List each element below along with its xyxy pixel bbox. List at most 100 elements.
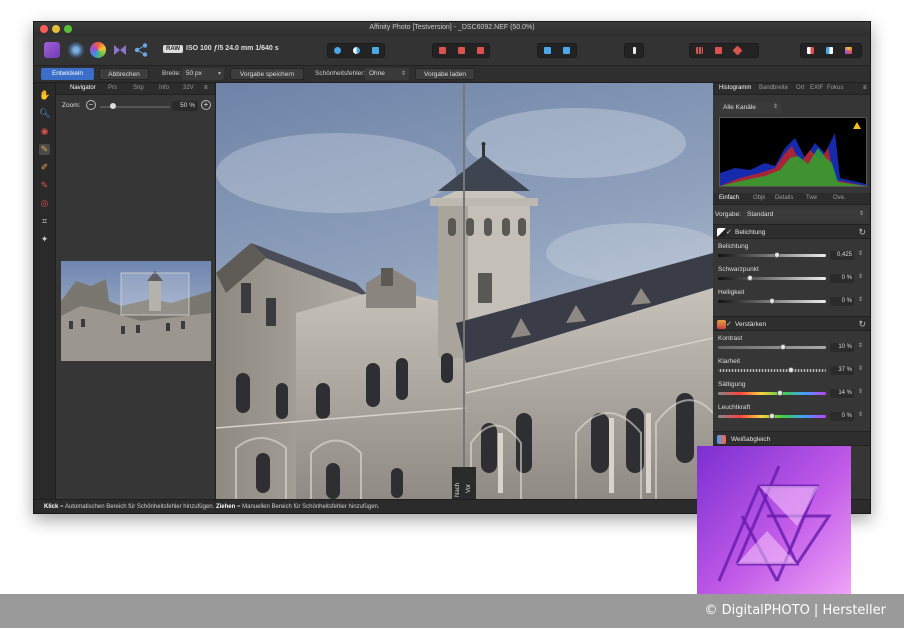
adjustment-slider[interactable] [718, 254, 826, 257]
tab-basic[interactable]: Einfach [719, 195, 739, 201]
slider-knob[interactable] [769, 298, 775, 304]
crop-tool-icon[interactable]: ⌗ [39, 216, 50, 227]
brush-overlay-icon[interactable] [732, 45, 743, 56]
width-select[interactable]: 50 px ▾ [182, 68, 224, 80]
section-enable-checkbox[interactable]: ✓ [726, 320, 732, 328]
zoom-in-button[interactable]: + [201, 100, 211, 110]
value-stepper-icon[interactable]: ⇕ [858, 411, 863, 418]
adjustment-slider[interactable] [718, 277, 826, 280]
split-view-icon[interactable] [458, 47, 465, 54]
grid-overlay-icon[interactable] [696, 47, 703, 54]
tab-presets[interactable]: Prs [108, 85, 117, 91]
panel-menu-icon[interactable]: ≡ [204, 85, 208, 91]
preset-select[interactable]: Standard ⇕ [743, 209, 867, 220]
reset-icon[interactable]: ↻ [858, 319, 866, 330]
slider-value[interactable]: 0 % [830, 297, 854, 306]
clipping-icon[interactable] [334, 47, 341, 54]
width-value: 50 px [186, 70, 202, 77]
slider-knob[interactable] [788, 367, 795, 373]
white-balance-tool-icon[interactable]: ✦ [39, 234, 50, 245]
slider-knob[interactable] [779, 344, 786, 350]
develop-button[interactable]: Entwickeln [41, 68, 94, 80]
mirror-view-icon[interactable] [477, 47, 484, 54]
tab-details[interactable]: Details [775, 195, 793, 201]
tab-tones[interactable]: Twe [806, 195, 817, 201]
gradient-overlay-icon[interactable] [715, 47, 722, 54]
red-eye-tool-icon[interactable]: ◉ [39, 126, 50, 137]
single-view-icon[interactable] [439, 47, 446, 54]
section-header[interactable]: Verstärken ↻ ✓ [713, 316, 870, 331]
slider-knob[interactable] [776, 390, 783, 396]
info-button[interactable] [624, 43, 644, 58]
split-view-labels[interactable]: Nach Vor [452, 467, 476, 499]
adjustment-slider[interactable] [718, 392, 826, 395]
section-header[interactable]: Belichtung ↻ ✓ [713, 224, 870, 239]
value-stepper-icon[interactable]: ⇕ [858, 388, 863, 395]
tab-location[interactable]: Ort [796, 85, 804, 91]
chevron-down-icon[interactable] [750, 48, 754, 52]
tone-mapping-persona-icon[interactable] [112, 42, 128, 58]
slider-value[interactable]: 37 % [830, 366, 854, 375]
assistant-icon[interactable] [807, 47, 814, 54]
blemish-tool-icon[interactable]: ✎ [39, 144, 50, 155]
shadow-clip-icon[interactable] [353, 47, 360, 54]
adjustment-slider[interactable] [718, 346, 826, 349]
navigator-tabs: Navigator Prs Snp Info 32V ≡ [56, 83, 215, 95]
load-preset-button[interactable]: Vorgabe laden [415, 68, 475, 80]
tab-navigator[interactable]: Navigator [70, 85, 96, 91]
value-stepper-icon[interactable]: ⇕ [858, 273, 863, 280]
value-stepper-icon[interactable]: ⇕ [858, 365, 863, 372]
tab-focus[interactable]: Fokus [827, 85, 843, 91]
split-view-divider[interactable] [463, 83, 465, 499]
section-title: Weißabgleich [731, 436, 771, 443]
value-stepper-icon[interactable]: ⇕ [858, 342, 863, 349]
zoom-tool-icon[interactable]: 🔍︎ [39, 108, 50, 119]
tab-info[interactable]: Info [159, 85, 169, 91]
tab-exif[interactable]: EXIF [810, 85, 823, 91]
zoom-out-button[interactable]: − [86, 100, 96, 110]
tab-scopes[interactable]: Bandbreite [759, 85, 788, 91]
slider-value[interactable]: 0 % [830, 412, 854, 421]
slider-value[interactable]: 0,425 [830, 251, 854, 260]
channel-select[interactable]: Alle Kanäle ⇕ [719, 102, 781, 113]
slider-value[interactable]: 10 % [830, 343, 854, 352]
liquify-persona-icon[interactable] [68, 42, 84, 58]
zoom-slider-knob[interactable] [110, 103, 116, 109]
slider-value[interactable]: 14 % [830, 389, 854, 398]
tab-snapshots[interactable]: Snp [133, 85, 144, 91]
export-persona-icon[interactable] [133, 42, 149, 58]
value-stepper-icon[interactable]: ⇕ [858, 296, 863, 303]
vertical-split-icon[interactable] [563, 47, 570, 54]
save-preset-button[interactable]: Vorgabe speichern [230, 68, 304, 80]
highlight-clip-icon[interactable] [372, 47, 379, 54]
blemish-select[interactable]: Ohne ⇕ [365, 68, 409, 80]
snapping-icon[interactable] [826, 47, 833, 54]
overlay-paint-tool-icon[interactable]: ✐ [39, 162, 50, 173]
section-enable-checkbox[interactable]: ✓ [726, 228, 732, 236]
develop-persona-icon[interactable] [90, 42, 106, 58]
slider-knob[interactable] [747, 275, 754, 281]
adjustment-slider[interactable] [718, 369, 826, 372]
navigator-thumbnail[interactable] [61, 261, 211, 361]
tab-histogram[interactable]: Histogramm [719, 85, 751, 91]
photo-persona-icon[interactable] [44, 42, 60, 58]
gradient-tool-icon[interactable]: ◎ [39, 198, 50, 209]
value-stepper-icon[interactable]: ⇕ [858, 250, 863, 257]
color-icon[interactable] [845, 47, 852, 54]
photo-canvas[interactable]: Nach Vor [216, 83, 713, 499]
tab-lens[interactable]: Objk [753, 195, 765, 201]
panel-menu-icon[interactable]: ≡ [863, 85, 867, 91]
section-header[interactable]: Weißabgleich [713, 431, 870, 446]
chevron-updown-icon: ⇕ [858, 211, 864, 217]
slider-knob[interactable] [769, 413, 775, 419]
hand-tool-icon[interactable]: ✋ [39, 90, 50, 101]
zoom-value[interactable]: 50 % [172, 101, 198, 111]
slider-value[interactable]: 0 % [830, 274, 854, 283]
slider-knob[interactable] [774, 252, 781, 258]
reset-icon[interactable]: ↻ [858, 227, 866, 238]
horizontal-split-icon[interactable] [544, 47, 551, 54]
overlay-erase-tool-icon[interactable]: ✎ [39, 180, 50, 191]
tab-overlays[interactable]: Ove. [833, 195, 846, 201]
cancel-button[interactable]: Abbrechen [99, 68, 149, 80]
tab-32v[interactable]: 32V [183, 85, 194, 91]
